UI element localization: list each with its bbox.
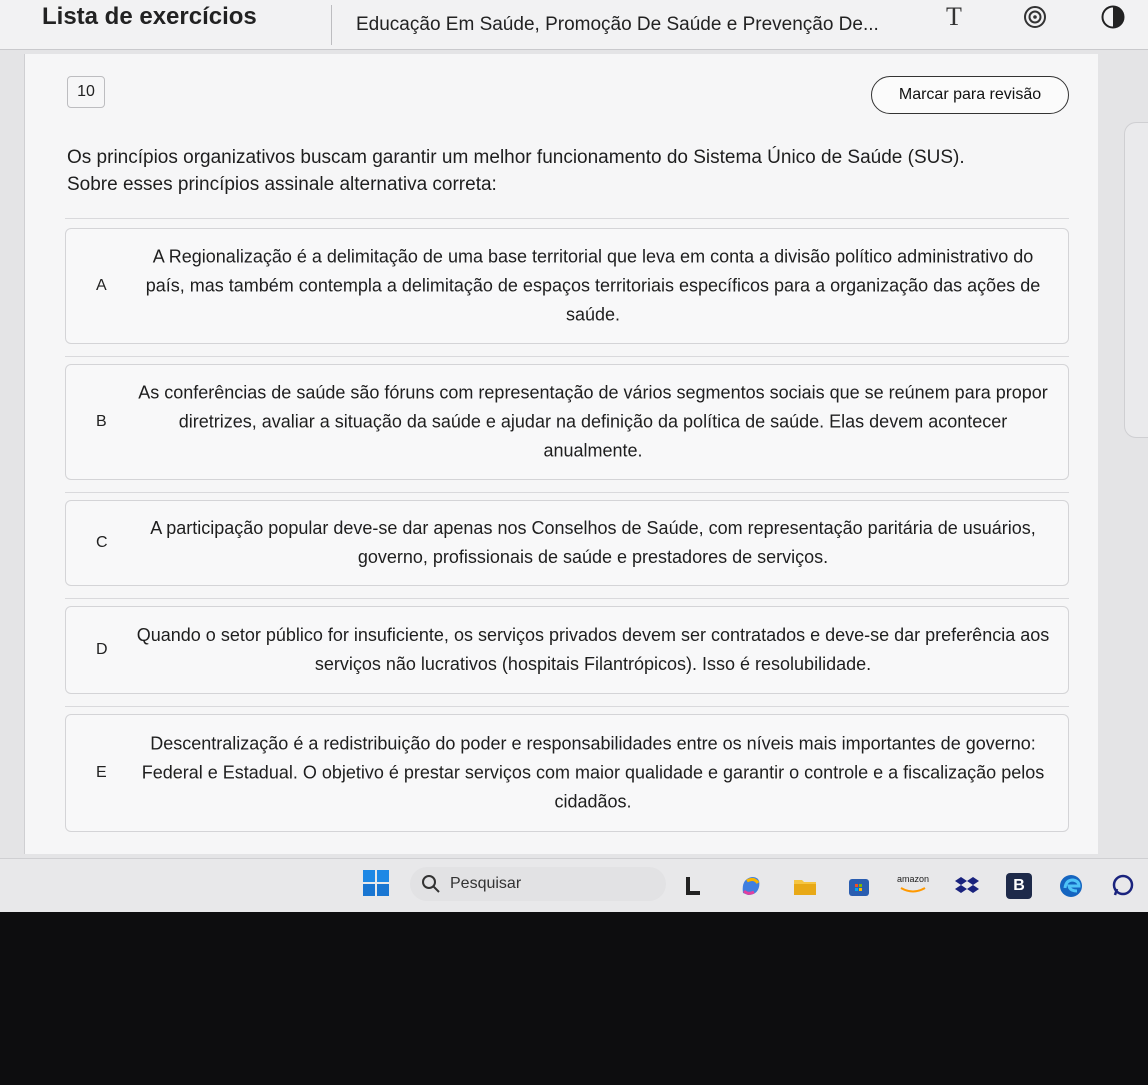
dropbox-icon[interactable] [954, 873, 980, 899]
bing-icon[interactable]: B [1006, 873, 1032, 899]
taskbar-search[interactable]: Pesquisar [410, 867, 666, 901]
store-icon[interactable] [846, 873, 872, 899]
copilot-icon[interactable] [738, 873, 764, 899]
option-letter: A [96, 277, 107, 294]
option-letter: E [96, 764, 107, 781]
option-e[interactable]: E Descentralização é a redistribuição do… [65, 714, 1069, 832]
edge-icon[interactable] [1058, 873, 1084, 899]
question-statement: Os princípios organizativos buscam garan… [67, 144, 1067, 198]
option-text: A participação popular deve-se dar apena… [150, 518, 1036, 567]
question-number: 10 [67, 76, 105, 108]
taskbar: Pesquisar amazon B [0, 858, 1148, 912]
option-d[interactable]: D Quando o setor público for insuficient… [65, 606, 1069, 694]
divider [65, 598, 1069, 599]
option-text: A Regionalização é a delimitação de uma … [145, 246, 1041, 325]
contrast-icon[interactable] [1098, 4, 1128, 30]
side-scroll-handle[interactable] [1124, 122, 1148, 438]
font-size-icon[interactable]: T [940, 2, 968, 31]
mark-review-button[interactable]: Marcar para revisão [871, 76, 1069, 114]
option-a[interactable]: A A Regionalização é a delimitação de um… [65, 228, 1069, 344]
amazon-smile-icon [900, 887, 926, 893]
divider [65, 356, 1069, 357]
option-b[interactable]: B As conferências de saúde são fóruns co… [65, 364, 1069, 480]
screen: Lista de exercícios Educação Em Saúde, P… [0, 0, 1148, 912]
search-label: Pesquisar [450, 875, 522, 892]
option-letter: D [96, 641, 108, 658]
widgets-icon[interactable] [680, 873, 706, 899]
divider [65, 706, 1069, 707]
whatsapp-icon[interactable] [1110, 873, 1136, 899]
amazon-icon[interactable]: amazon [896, 873, 930, 899]
amazon-label: amazon [896, 874, 930, 884]
course-title: Educação Em Saúde, Promoção De Saúde e P… [356, 13, 879, 35]
windows-start-icon[interactable] [362, 869, 390, 897]
option-text: Descentralização é a redistribuição do p… [141, 733, 1045, 812]
statement-line-1: Os princípios organizativos buscam garan… [67, 147, 965, 168]
search-icon [422, 875, 440, 893]
statement-line-2: Sobre esses princípios assinale alternat… [67, 174, 497, 195]
option-letter: C [96, 534, 108, 551]
top-bar: Lista de exercícios Educação Em Saúde, P… [0, 0, 1148, 50]
file-explorer-icon[interactable] [792, 873, 818, 899]
divider [65, 218, 1069, 219]
divider [65, 492, 1069, 493]
bing-label: B [1013, 877, 1025, 894]
option-c[interactable]: C A participação popular deve-se dar ape… [65, 500, 1069, 586]
option-letter: B [96, 413, 107, 430]
option-text: Quando o setor público for insuficiente,… [136, 625, 1050, 674]
target-icon[interactable] [1020, 4, 1050, 30]
app-title: Lista de exercícios [0, 4, 332, 45]
question-panel: 10 Marcar para revisão Os princípios org… [24, 54, 1098, 854]
option-text: As conferências de saúde são fóruns com … [138, 382, 1048, 461]
